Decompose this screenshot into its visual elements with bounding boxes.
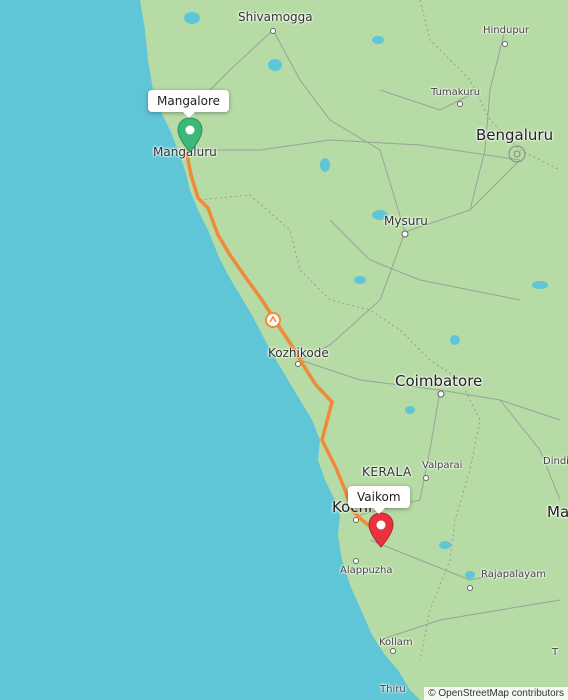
reservoir bbox=[268, 59, 282, 71]
label-madurai: Ma bbox=[547, 503, 568, 521]
label-thiruvananthapuram: Thiru bbox=[380, 684, 406, 695]
label-shivamogga: Shivamogga bbox=[238, 10, 313, 24]
reservoir bbox=[354, 276, 366, 284]
reservoir bbox=[465, 571, 475, 579]
end-location-callout[interactable]: Vaikom bbox=[348, 486, 410, 514]
route-map[interactable]: Shivamogga Hindupur Tumakuru Bengaluru M… bbox=[0, 0, 568, 700]
green-pin-icon[interactable] bbox=[177, 117, 203, 153]
reservoir bbox=[372, 36, 384, 44]
city-dot-hindupur bbox=[502, 41, 508, 47]
city-dot-kollam bbox=[390, 648, 396, 654]
city-dot-valparai bbox=[423, 475, 429, 481]
city-dot-mysuru bbox=[401, 230, 409, 238]
label-hindupur: Hindupur bbox=[483, 25, 530, 36]
label-dindigul: Dindi bbox=[543, 456, 568, 467]
city-dot-coimbatore bbox=[437, 390, 445, 398]
reservoir bbox=[450, 335, 460, 345]
city-dot-tumakuru bbox=[457, 101, 463, 107]
label-tumakuru: Tumakuru bbox=[431, 87, 481, 98]
label-kollam: Kollam bbox=[379, 637, 413, 648]
map-attribution[interactable]: © OpenStreetMap contributors bbox=[424, 687, 568, 700]
reservoir bbox=[532, 281, 548, 289]
reservoir bbox=[184, 12, 200, 24]
label-mysuru: Mysuru bbox=[384, 214, 428, 228]
label-alappuzha: Alappuzha bbox=[340, 565, 393, 576]
route-waypoint-icon[interactable] bbox=[264, 311, 282, 329]
label-valparai: Valparai bbox=[422, 460, 463, 471]
red-pin-icon[interactable] bbox=[368, 512, 394, 548]
reservoir bbox=[405, 406, 415, 414]
city-dot-alappuzha bbox=[353, 558, 359, 564]
reservoir bbox=[439, 541, 451, 549]
label-coimbatore: Coimbatore bbox=[395, 372, 483, 390]
label-kerala: KERALA bbox=[362, 465, 412, 479]
reservoir bbox=[320, 158, 330, 172]
city-dot-rajapalayam bbox=[467, 585, 473, 591]
city-dot-shivamogga bbox=[270, 28, 276, 34]
label-rajapalayam: Rajapalayam bbox=[481, 569, 546, 580]
start-location-callout[interactable]: Mangalore bbox=[148, 90, 230, 118]
label-tenkasi: T bbox=[552, 647, 559, 658]
city-dot-kochi bbox=[353, 517, 359, 523]
label-kozhikode: Kozhikode bbox=[268, 346, 329, 360]
label-bengaluru: Bengaluru bbox=[476, 126, 554, 144]
